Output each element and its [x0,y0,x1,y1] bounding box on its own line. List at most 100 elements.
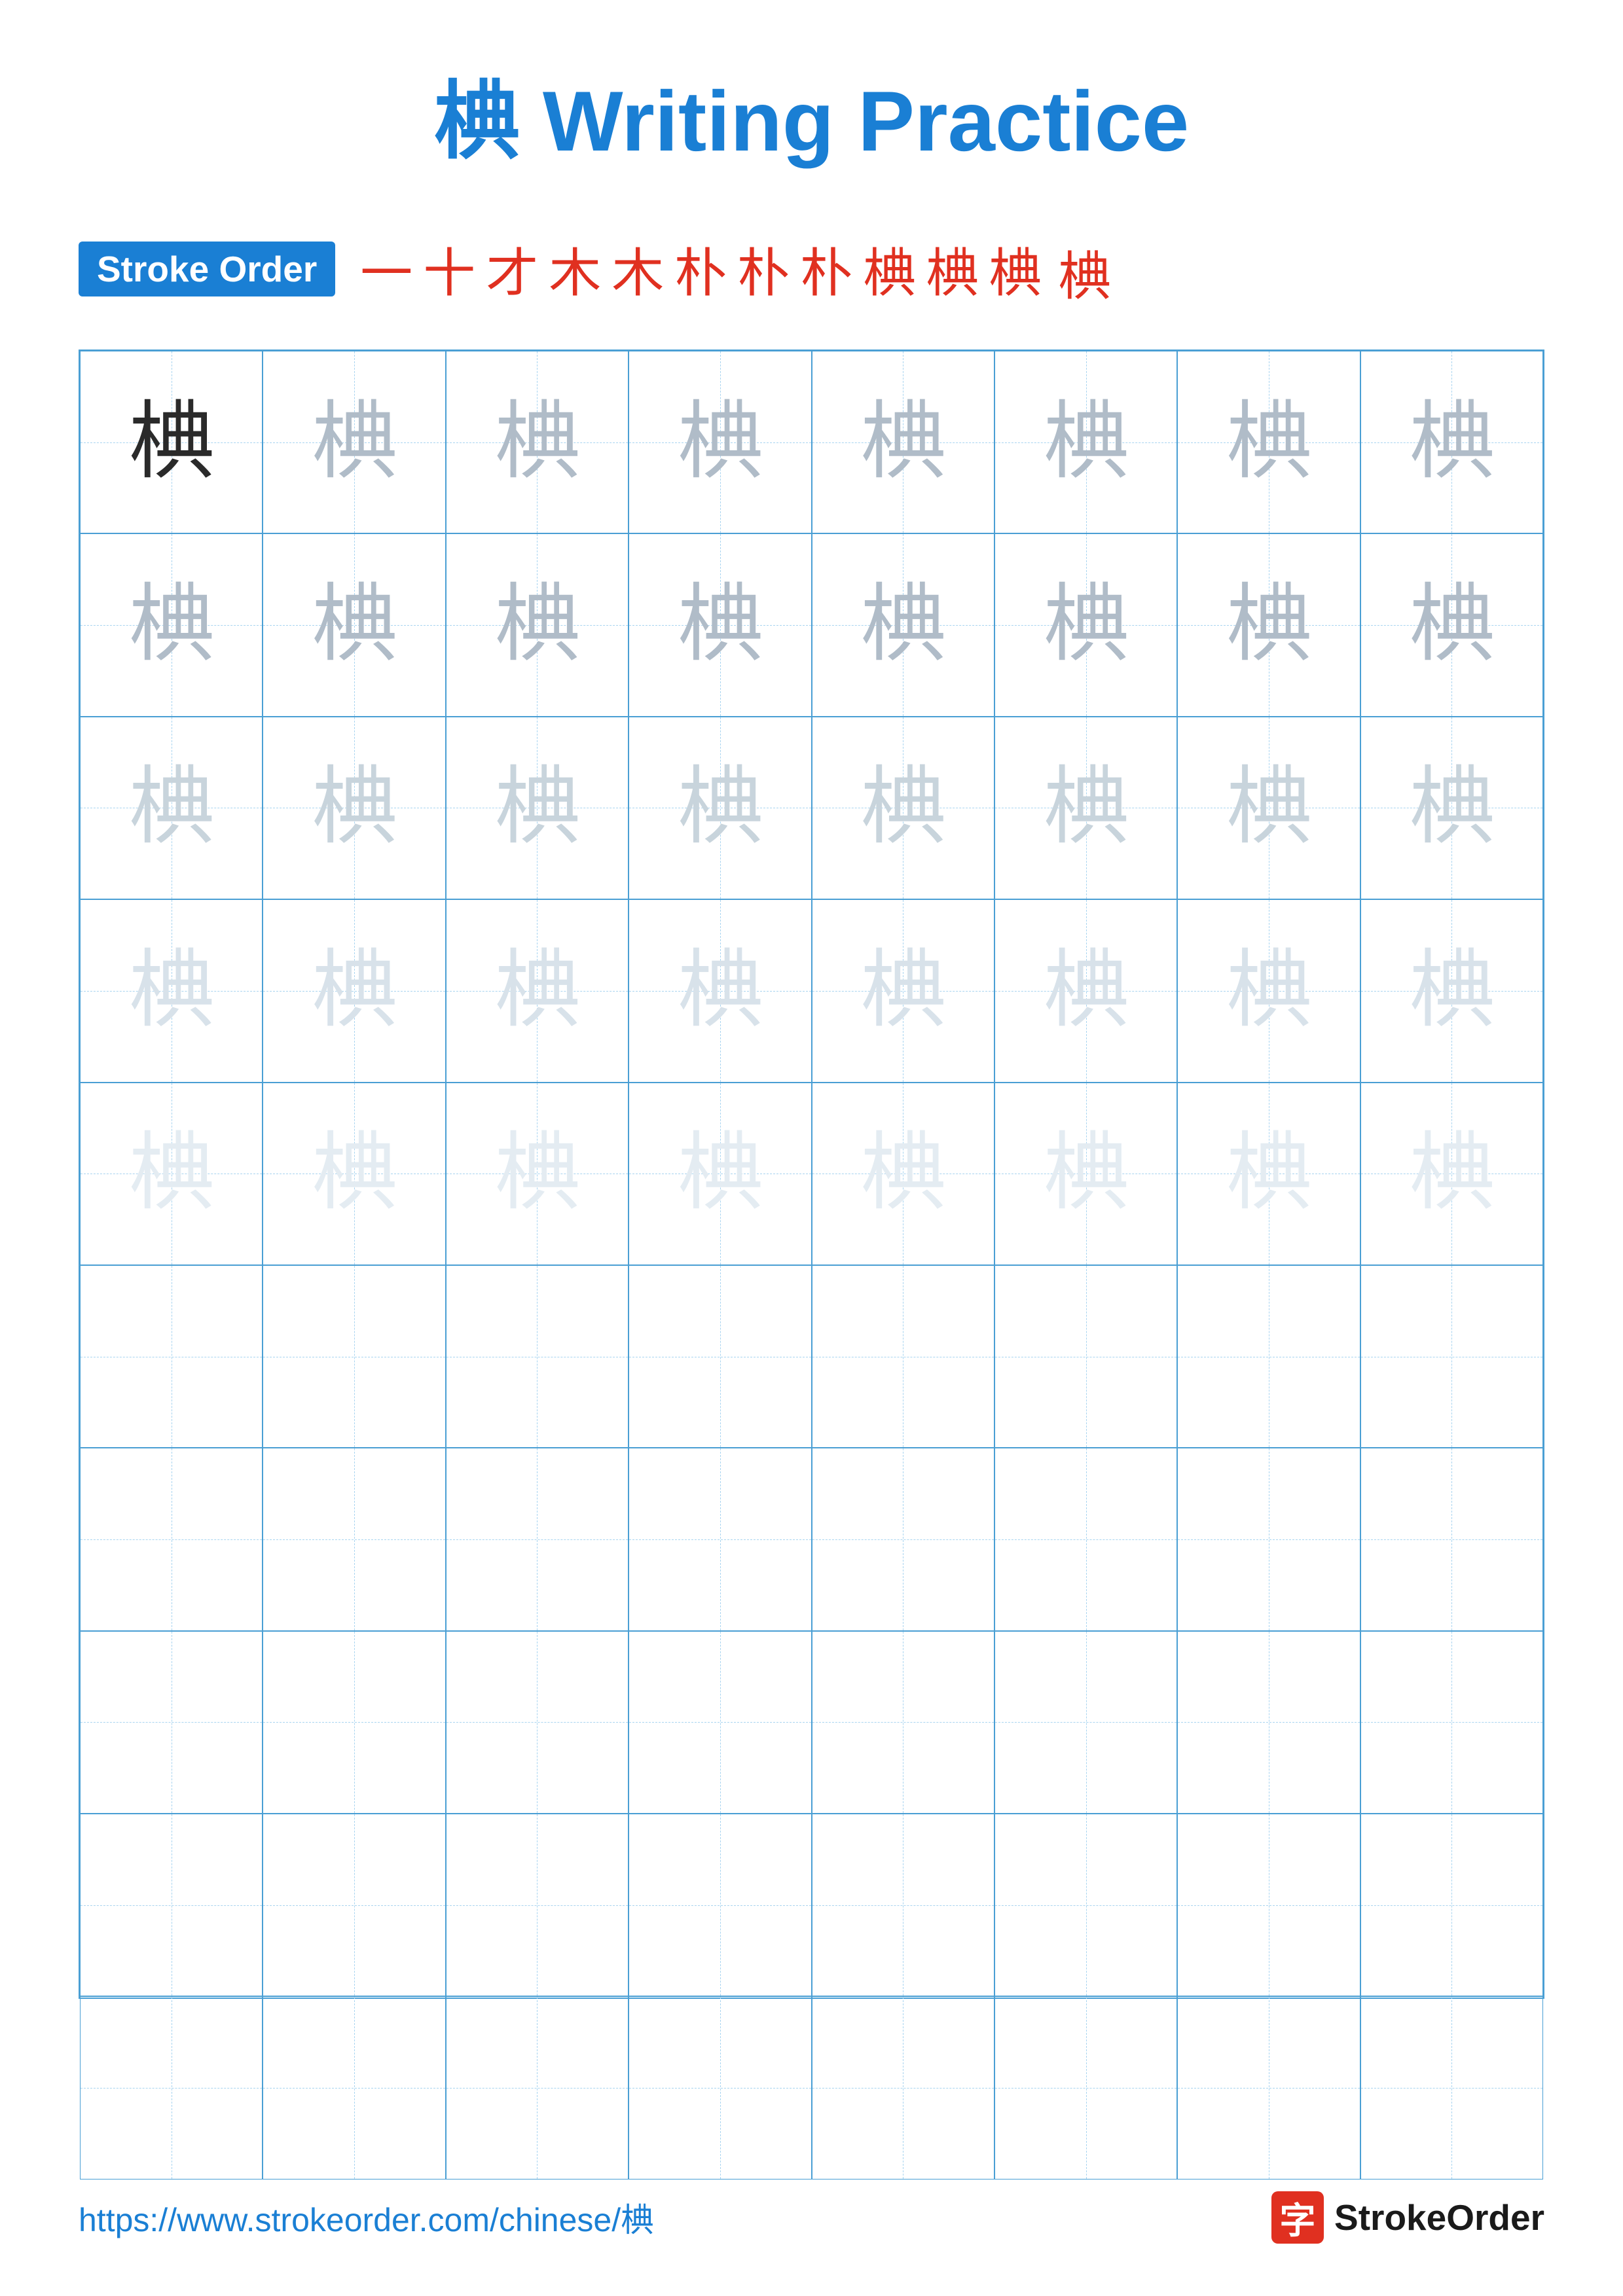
grid-cell-1-7[interactable]: 椣 [1360,533,1543,716]
grid-cell-2-1[interactable]: 椣 [263,717,445,899]
grid-cell-3-1[interactable]: 椣 [263,899,445,1082]
grid-cell-7-6[interactable] [1177,1631,1360,1814]
grid-cell-0-7[interactable]: 椣 [1360,351,1543,533]
grid-cell-8-7[interactable] [1360,1814,1543,1996]
grid-cell-5-2[interactable] [446,1265,629,1448]
stroke-6: 朴 [674,231,727,307]
grid-cell-8-0[interactable] [80,1814,263,1996]
grid-cell-0-3[interactable]: 椣 [629,351,811,533]
grid-cell-0-2[interactable]: 椣 [446,351,629,533]
grid-cell-0-1[interactable]: 椣 [263,351,445,533]
grid-cell-1-3[interactable]: 椣 [629,533,811,716]
grid-cell-5-3[interactable] [629,1265,811,1448]
grid-cell-7-4[interactable] [812,1631,994,1814]
grid-cell-0-5[interactable]: 椣 [994,351,1177,533]
grid-cell-5-7[interactable] [1360,1265,1543,1448]
grid-cell-6-6[interactable] [1177,1448,1360,1630]
grid-cell-1-2[interactable]: 椣 [446,533,629,716]
grid-cell-2-3[interactable]: 椣 [629,717,811,899]
grid-cell-6-1[interactable] [263,1448,445,1630]
stroke-5: 木 [611,231,664,307]
stroke-11: 椣 [989,231,1041,307]
grid-cell-9-4[interactable] [812,1996,994,2179]
grid-cell-6-0[interactable] [80,1448,263,1630]
grid-cell-2-7[interactable]: 椣 [1360,717,1543,899]
grid-cell-6-5[interactable] [994,1448,1177,1630]
page-title: 椣 Writing Practice [79,52,1544,175]
grid-cell-0-6[interactable]: 椣 [1177,351,1360,533]
grid-cell-9-3[interactable] [629,1996,811,2179]
footer: https://www.strokeorder.com/chinese/椣 字 … [79,2191,1544,2244]
grid-cell-8-6[interactable] [1177,1814,1360,1996]
grid-cell-1-4[interactable]: 椣 [812,533,994,716]
grid-cell-8-4[interactable] [812,1814,994,1996]
grid-cell-3-0[interactable]: 椣 [80,899,263,1082]
grid-cell-1-5[interactable]: 椣 [994,533,1177,716]
grid-cell-7-2[interactable] [446,1631,629,1814]
logo-text: StrokeOrder [1334,2197,1544,2238]
grid-cell-2-2[interactable]: 椣 [446,717,629,899]
grid-cell-8-5[interactable] [994,1814,1177,1996]
grid-cell-9-0[interactable] [80,1996,263,2179]
grid-cell-9-6[interactable] [1177,1996,1360,2179]
grid-cell-7-7[interactable] [1360,1631,1543,1814]
grid-cell-7-0[interactable] [80,1631,263,1814]
grid-cell-1-0[interactable]: 椣 [80,533,263,716]
grid-cell-5-6[interactable] [1177,1265,1360,1448]
grid-cell-6-2[interactable] [446,1448,629,1630]
grid-cell-9-5[interactable] [994,1996,1177,2179]
stroke-2: 十 [423,231,475,307]
grid-cell-9-1[interactable] [263,1996,445,2179]
stroke-10: 椣 [926,231,978,307]
grid-cell-0-4[interactable]: 椣 [812,351,994,533]
grid-cell-4-5[interactable]: 椣 [994,1083,1177,1265]
grid-cell-3-5[interactable]: 椣 [994,899,1177,1082]
stroke-order-label: Stroke Order [79,242,335,296]
grid-cell-4-4[interactable]: 椣 [812,1083,994,1265]
grid-cell-3-2[interactable]: 椣 [446,899,629,1082]
grid-cell-5-5[interactable] [994,1265,1177,1448]
grid-cell-9-7[interactable] [1360,1996,1543,2179]
grid-cell-3-4[interactable]: 椣 [812,899,994,1082]
grid-cell-6-3[interactable] [629,1448,811,1630]
logo-char: 字 [1280,2191,1316,2244]
grid-cell-2-5[interactable]: 椣 [994,717,1177,899]
grid-cell-4-0[interactable]: 椣 [80,1083,263,1265]
grid-cell-7-5[interactable] [994,1631,1177,1814]
stroke-sequence: 一 十 才 木 木 朴 朴 朴 椣 椣 椣 [355,231,1046,307]
stroke-1: 一 [360,231,412,307]
grid-cell-1-6[interactable]: 椣 [1177,533,1360,716]
grid-cell-3-3[interactable]: 椣 [629,899,811,1082]
grid-cell-9-2[interactable] [446,1996,629,2179]
grid-cell-4-6[interactable]: 椣 [1177,1083,1360,1265]
grid-cell-3-6[interactable]: 椣 [1177,899,1360,1082]
grid-cell-2-6[interactable]: 椣 [1177,717,1360,899]
grid-cell-4-1[interactable]: 椣 [263,1083,445,1265]
logo-icon: 字 [1271,2191,1324,2244]
grid-cell-2-4[interactable]: 椣 [812,717,994,899]
grid-cell-8-2[interactable] [446,1814,629,1996]
grid-cell-2-0[interactable]: 椣 [80,717,263,899]
grid-cell-5-4[interactable] [812,1265,994,1448]
grid-cell-7-1[interactable] [263,1631,445,1814]
grid-cell-0-0[interactable]: 椣 [80,351,263,533]
stroke-4: 木 [549,231,601,307]
grid-cell-5-0[interactable] [80,1265,263,1448]
stroke-3: 才 [486,231,538,307]
grid-cell-4-3[interactable]: 椣 [629,1083,811,1265]
stroke-order-section: Stroke Order 一 十 才 木 木 朴 朴 朴 椣 椣 椣 椣 [79,228,1544,310]
grid-cell-3-7[interactable]: 椣 [1360,899,1543,1082]
grid-cell-1-1[interactable]: 椣 [263,533,445,716]
grid-cell-6-4[interactable] [812,1448,994,1630]
grid-cell-5-1[interactable] [263,1265,445,1448]
grid-cell-8-1[interactable] [263,1814,445,1996]
stroke-8: 朴 [800,231,852,307]
grid-cell-8-3[interactable] [629,1814,811,1996]
grid-cell-4-7[interactable]: 椣 [1360,1083,1543,1265]
grid-cell-6-7[interactable] [1360,1448,1543,1630]
grid-cell-7-3[interactable] [629,1631,811,1814]
stroke-7: 朴 [737,231,790,307]
stroke-9: 椣 [863,231,915,307]
grid-cell-4-2[interactable]: 椣 [446,1083,629,1265]
footer-url: https://www.strokeorder.com/chinese/椣 [79,2194,653,2241]
